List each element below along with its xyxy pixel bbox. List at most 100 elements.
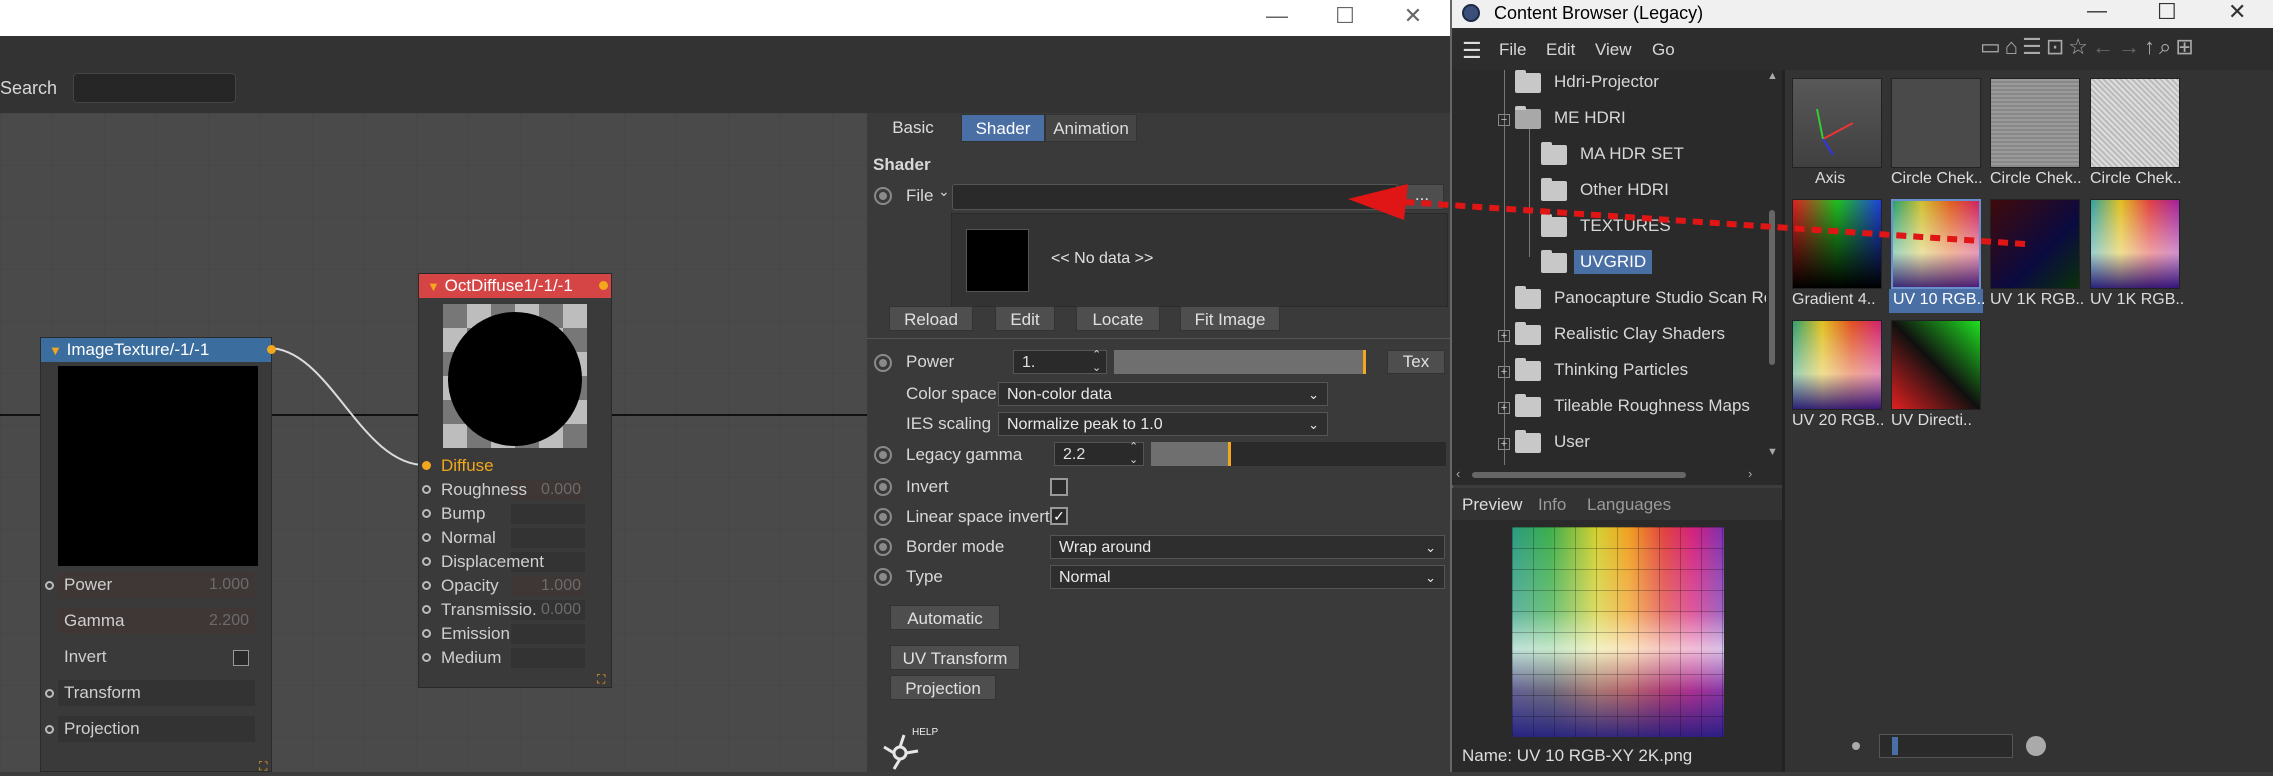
power-slider-handle[interactable] [1363,350,1366,374]
minimize-icon[interactable]: — [2087,0,2107,23]
opacity-value[interactable]: 1.000 [531,577,581,595]
collapse-triangle-icon[interactable]: ▼ [49,343,62,358]
displacement-port[interactable] [422,557,431,566]
large-size-icon[interactable] [2026,736,2046,756]
thumb-gradient[interactable] [1792,199,1882,289]
thumb-circle-checker-3[interactable] [2090,78,2180,168]
thumbnail-size-slider[interactable] [1879,734,2013,758]
small-size-icon[interactable] [1852,742,1860,750]
tab-basic[interactable]: Basic [877,114,949,142]
favorite-star-icon[interactable]: ☆ [2068,34,2092,59]
thumb-uv-direction[interactable] [1891,320,1981,410]
maximize-icon[interactable]: ☐ [2157,0,2177,25]
forward-arrow-icon[interactable]: → [2118,34,2144,59]
back-arrow-icon[interactable]: ← [2092,34,2118,59]
image-texture-node-header[interactable]: ▼ ImageTexture/-1/-1 [41,338,276,362]
tree-item-realistic-clay[interactable]: Realistic Clay Shaders [1554,322,1725,346]
expand-icon[interactable]: + [1498,366,1510,378]
ies-scaling-dropdown[interactable]: Normalize peak to 1.0 ⌄ [998,412,1328,436]
transform-port[interactable] [45,689,54,698]
invert-checkbox[interactable] [1050,478,1068,496]
normal-port[interactable] [422,533,431,542]
tree-item-uvgrid[interactable]: UVGRID [1574,250,1653,274]
tree-scroll-thumb[interactable] [1769,210,1775,365]
collapse-icon[interactable]: − [1498,114,1510,126]
tab-languages[interactable]: Languages [1587,494,1671,516]
expand-icon[interactable]: + [1498,402,1510,414]
thumb-circle-checker-2[interactable] [1990,78,2080,168]
tree-horizontal-scrollbar[interactable]: ‹ › [1452,466,1766,482]
gamma-value[interactable]: 2.200 [181,612,249,630]
bump-port[interactable] [422,509,431,518]
power-value[interactable]: 1.000 [181,576,249,594]
menu-go[interactable]: Go [1652,40,1675,60]
thumb-uv-1k-rgb-2[interactable] [2090,199,2180,289]
presets-icon[interactable]: ⊡ [2046,34,2068,59]
tree-item-other-hdri[interactable]: Other HDRI [1580,178,1669,202]
file-dropdown-chevron-icon[interactable]: ⌄ [938,183,950,200]
linear-space-invert-anim-radio[interactable] [874,508,892,526]
tab-info[interactable]: Info [1538,494,1566,516]
close-icon[interactable]: ✕ [2228,0,2246,25]
power-slider[interactable] [1114,350,1366,374]
tree-item-hdri-projector[interactable]: Hdri-Projector [1554,70,1659,94]
help-octane-icon[interactable]: HELP [882,727,938,771]
tree-item-textures[interactable]: TEXTURES [1580,214,1671,238]
tree-item-me-hdri[interactable]: ME HDRI [1554,106,1626,130]
maximize-icon[interactable]: ☐ [1312,0,1378,36]
up-arrow-icon[interactable]: ↑ [2144,34,2159,59]
opacity-port[interactable] [422,581,431,590]
fit-image-button[interactable]: Fit Image [1180,306,1280,331]
file-anim-radio[interactable] [874,187,892,205]
resize-handle-icon[interactable]: ⛶ [597,672,605,687]
locate-button[interactable]: Locate [1076,306,1160,331]
roughness-value[interactable]: 0.000 [531,481,581,499]
preview-toggle-icon[interactable]: ▭ [1980,34,2005,59]
scroll-left-icon[interactable]: ‹ [1456,466,1460,481]
edit-button[interactable]: Edit [995,306,1055,331]
legacy-gamma-spinner-icon[interactable]: ⌃ ⌄ [1129,441,1138,467]
tex-button[interactable]: Tex [1387,350,1445,374]
tree-item-panocapture[interactable]: Panocapture Studio Scan Ro [1554,286,1773,310]
menu-file[interactable]: File [1499,40,1526,60]
tree-hscroll-thumb[interactable] [1472,472,1686,478]
tree-item-tileable-roughness[interactable]: Tileable Roughness Maps [1554,394,1750,418]
home-icon[interactable]: ⌂ [2005,34,2022,59]
collapse-triangle-icon[interactable]: ▼ [427,279,440,294]
menu-view[interactable]: View [1595,40,1632,60]
close-icon[interactable]: ✕ [1380,0,1446,36]
legacy-gamma-slider[interactable] [1151,442,1231,466]
new-window-icon[interactable]: ⊞ [2175,34,2197,59]
automatic-button[interactable]: Automatic [890,605,1000,630]
projection-port[interactable] [45,725,54,734]
output-port[interactable] [267,345,276,354]
uv-transform-button[interactable]: UV Transform [890,645,1020,670]
color-space-dropdown[interactable]: Non-color data ⌄ [998,382,1328,406]
thumb-uv-10-rgb-selected[interactable] [1891,199,1981,289]
type-anim-radio[interactable] [874,568,892,586]
emission-port[interactable] [422,629,431,638]
browser-toolbar-icons[interactable]: ▭⌂☰⊡☆←→↑⌕⊞ [1980,34,2198,60]
hamburger-menu-icon[interactable]: ☰ [1462,38,1482,64]
type-dropdown[interactable]: Normal ⌄ [1050,565,1445,589]
power-spinner-icon[interactable]: ⌃ ⌄ [1092,349,1101,375]
menu-edit[interactable]: Edit [1546,40,1575,60]
scroll-up-icon[interactable]: ▲ [1767,70,1778,82]
image-texture-node[interactable]: ▼ ImageTexture/-1/-1 Power 1.000 Gamma 2… [40,337,276,773]
thumb-circle-checker-1[interactable] [1891,78,1981,168]
tree-item-user[interactable]: User [1554,430,1590,454]
scroll-right-icon[interactable]: › [1748,466,1752,481]
legacy-gamma-anim-radio[interactable] [874,446,892,464]
expand-icon[interactable]: + [1498,330,1510,342]
minimize-icon[interactable]: — [1244,0,1310,36]
output-port[interactable] [599,281,608,290]
roughness-port[interactable] [422,485,431,494]
invert-anim-radio[interactable] [874,478,892,496]
tab-preview[interactable]: Preview [1462,494,1522,516]
thumb-uv-1k-rgb-1[interactable] [1990,199,2080,289]
medium-port[interactable] [422,653,431,662]
tab-shader[interactable]: Shader [961,114,1045,142]
tree-item-ma-hdr-set[interactable]: MA HDR SET [1580,142,1684,166]
file-browse-button[interactable]: ... [1400,184,1444,210]
transmission-value[interactable]: 0.000 [531,601,581,619]
